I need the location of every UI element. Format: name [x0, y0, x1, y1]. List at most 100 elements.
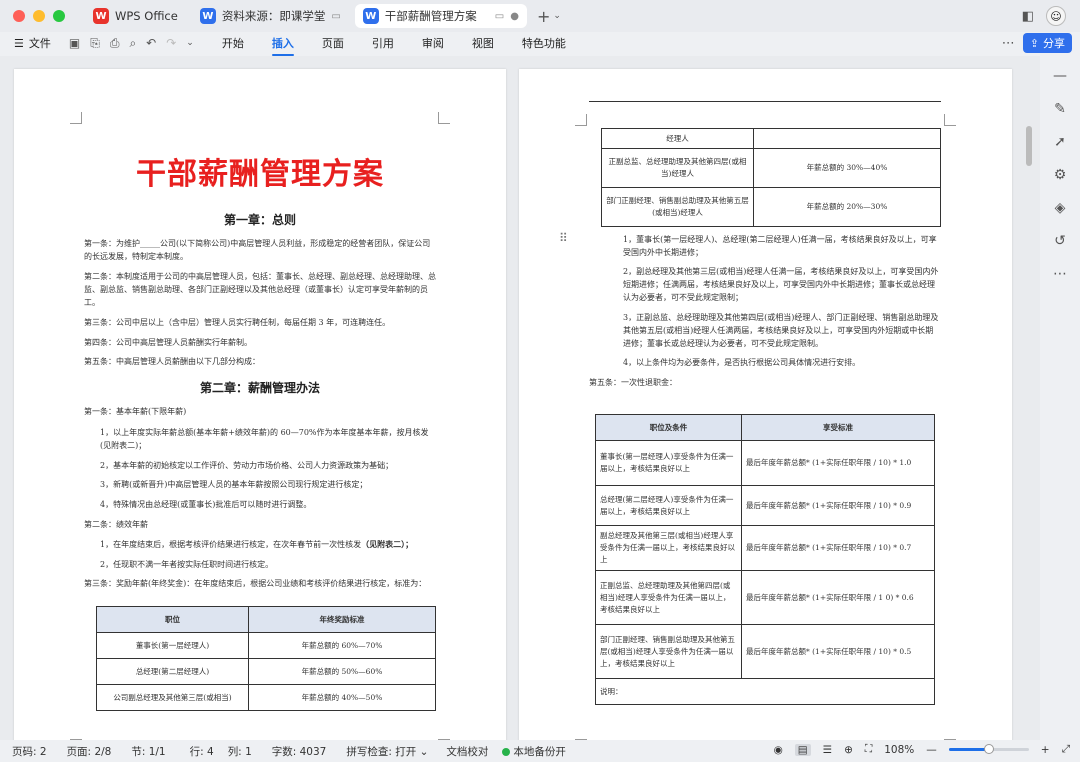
paragraph: 4，以上条件均为必要条件，是否执行根据公司具体情况进行安排。 — [623, 358, 861, 367]
web-view-icon[interactable]: ⊕ — [844, 744, 853, 756]
wps-logo-icon: W — [93, 8, 109, 24]
table-row: 部门正副经理、销售副总助理及其他第五层(或相当)经理人 年薪总额的 20%—30… — [601, 187, 941, 227]
shapes-icon[interactable]: ◈ — [1055, 200, 1066, 216]
table-cell: 最后年度年薪总额* (1+实际任职年限 / 10) * 1.0 — [741, 440, 935, 486]
document-area[interactable]: 干部薪酬管理方案 第一章：总则 第一条：为维护_____公司(以下简称公司)中高… — [0, 56, 1040, 740]
chapter-heading: 第一章：总则 — [223, 213, 296, 227]
status-page[interactable]: 页面: 2/8 — [67, 744, 112, 759]
close-window-button[interactable] — [13, 10, 25, 22]
page-view-icon[interactable]: ▤ — [794, 743, 811, 756]
doc-icon: W — [362, 8, 379, 24]
severance-table: 职位及条件 享受标准 董事长(第一层经理人)享受条件为任满一届以上，考核结果良好… — [595, 414, 935, 705]
zoom-level[interactable]: 108% — [884, 744, 914, 756]
undo-icon[interactable]: ↶ — [146, 36, 156, 50]
preview-icon[interactable]: ⌕ — [129, 36, 136, 51]
fit-page-icon[interactable]: ⛶ — [865, 743, 872, 756]
table-cell: 最后年度年薪总额* (1+实际任职年限 / 10) * 0.5 — [741, 624, 935, 679]
paragraph-text: 1，在年度结束后，根据考核评价结果进行核定，在次年春节前一次性核发 — [100, 540, 362, 549]
tab-home[interactable]: 开始 — [208, 35, 258, 51]
table-cell: 部门正副经理、销售副总助理及其他第五层(或相当)经理人 — [601, 187, 754, 227]
tab-wps-office[interactable]: W WPS Office — [85, 4, 186, 28]
table-cell: 年薪总额的 40%—50% — [248, 684, 436, 711]
table-cell: 最后年度年薪总额* (1+实际任职年限 / 10) * 0.9 — [741, 485, 935, 526]
page-corner-mark — [438, 112, 450, 124]
minus-icon[interactable]: — — [1053, 68, 1067, 84]
status-col: 列: 1 — [227, 745, 252, 758]
paragraph: 第二条：本制度适用于公司的中高层管理人员，包括：董事长、总经理、副总经理、总经理… — [84, 272, 436, 307]
tab-source[interactable]: W 资料来源：即课学堂 ▭ — [192, 4, 349, 28]
zoom-out-icon[interactable]: — — [926, 744, 937, 756]
window-controls — [13, 10, 65, 22]
backup-button[interactable]: 本地备份开 — [502, 744, 566, 759]
eye-icon[interactable]: ◉ — [774, 744, 783, 756]
chevron-down-icon[interactable]: ⌄ — [186, 38, 194, 48]
page-2[interactable]: 经理人 正副总监、总经理助理及其他第四层(或相当)经理人 年薪总额的 30%—4… — [519, 69, 1012, 740]
scrollbar[interactable] — [1026, 126, 1032, 166]
table-row: 总经理(第二层经理人) 年薪总额的 50%—60% — [96, 658, 436, 685]
table-header: 职位及条件 — [595, 414, 742, 441]
paragraph: 第五条：中高层管理人员薪酬由以下几部分构成： — [84, 357, 260, 366]
table-row: 说明： — [595, 678, 935, 705]
chevron-down-icon: ⌄ — [419, 745, 429, 758]
spell-check-label: 拼写检查: 打开 — [346, 745, 417, 758]
settings-sliders-icon[interactable]: ⚙ — [1054, 167, 1067, 183]
tab-page[interactable]: 页面 — [308, 35, 358, 51]
redo-icon[interactable]: ↷ — [166, 36, 176, 50]
page-corner-mark — [70, 112, 82, 124]
zoom-slider[interactable] — [948, 744, 1029, 754]
select-cursor-icon[interactable]: ➚ — [1054, 134, 1066, 150]
new-tab-button[interactable]: + ⌄ — [537, 7, 561, 26]
zoom-slider-fill — [948, 748, 989, 751]
table-row: 总经理(第二层经理人)享受条件为任满一届以上，考核结果良好以上 最后年度年薪总额… — [595, 485, 935, 526]
proofread-button[interactable]: 文档校对 — [446, 744, 488, 759]
more-icon[interactable]: ⋯ — [1053, 266, 1067, 282]
table-cell: 最后年度年薪总额* (1+实际任职年限 / 10) * 0.7 — [741, 525, 935, 571]
menu-icon: ☰ — [14, 36, 24, 50]
table-header: 享受标准 — [741, 414, 935, 441]
bonus-table-continued: 经理人 正副总监、总经理助理及其他第四层(或相当)经理人 年薪总额的 30%—4… — [601, 128, 941, 227]
chevron-down-icon: ⌄ — [553, 11, 561, 21]
window-icon: ▭ — [494, 10, 505, 22]
minimize-window-button[interactable] — [33, 10, 45, 22]
paragraph: 第一条：为维护_____公司(以下简称公司)中高层管理人员利益，形成稳定的经营者… — [84, 239, 431, 261]
table-header: 职位 — [96, 606, 249, 633]
table-row: 副总经理及其他第三层(或相当)经理人享受条件为任满一届以上，考核结果良好以上 最… — [595, 525, 935, 571]
tab-salary-plan[interactable]: W 干部薪酬管理方案 ▭ ● — [354, 4, 527, 28]
print-icon[interactable]: ⎙ — [110, 36, 120, 51]
tab-insert[interactable]: 插入 — [258, 35, 308, 56]
zoom-in-icon[interactable]: + — [1041, 744, 1050, 756]
save-icon[interactable]: ▣ — [69, 36, 80, 50]
share-button[interactable]: ⇪ 分享 — [1022, 33, 1072, 53]
pen-icon[interactable]: ✎ — [1054, 101, 1066, 117]
bold-note: （见附表二）； — [361, 539, 414, 549]
tab-reference[interactable]: 引用 — [358, 35, 408, 51]
tab-features[interactable]: 特色功能 — [508, 35, 580, 51]
tab-review[interactable]: 审阅 — [408, 35, 458, 51]
table-row: 正副总监、总经理助理及其他第四层(或相当)经理人享受条件为任满一届以上，考核结果… — [595, 570, 935, 625]
paragraph: 第二条：绩效年薪 — [84, 520, 148, 529]
paragraph: 第三条：公司中层以上（含中层）管理人员实行聘任制，每届任期 3 年，可连聘连任。 — [84, 318, 391, 327]
spell-check-toggle[interactable]: 拼写检查: 打开 ⌄ — [346, 744, 428, 759]
status-row: 行: 4 — [189, 745, 214, 758]
table-cell: 部门正副经理、销售副总助理及其他第五层(或相当)经理人享受条件为任满一届以上，考… — [595, 624, 742, 679]
export-icon[interactable]: ⎘ — [90, 36, 100, 51]
history-icon[interactable]: ↺ — [1054, 233, 1066, 249]
page-1[interactable]: 干部薪酬管理方案 第一章：总则 第一条：为维护_____公司(以下简称公司)中高… — [14, 69, 506, 740]
more-icon[interactable]: ⋯ — [1002, 36, 1015, 51]
tab-view[interactable]: 视图 — [458, 35, 508, 51]
outline-view-icon[interactable]: ☰ — [823, 744, 832, 756]
file-menu-button[interactable]: ☰ 文件 — [14, 35, 51, 51]
table-row: 董事长(第一层经理人) 年薪总额的 60%—70% — [96, 632, 436, 659]
avatar[interactable]: ☺ — [1046, 6, 1066, 26]
sidebar-toggle-icon[interactable]: ◧ — [1022, 9, 1034, 24]
table-cell: 最后年度年薪总额* (1+实际任职年限 / 1 0) * 0.6 — [741, 570, 935, 625]
maximize-window-button[interactable] — [53, 10, 65, 22]
right-sidebar: — ✎ ➚ ⚙ ◈ ↺ ⋯ — [1040, 56, 1080, 740]
table-cell: 年薪总额的 50%—60% — [248, 658, 436, 685]
paragraph: 第五条：一次性退职金： — [589, 378, 677, 387]
table-cell: 年薪总额的 60%—70% — [248, 632, 436, 659]
expand-icon[interactable]: ⤢ — [1062, 743, 1070, 756]
drag-handle-icon[interactable]: ⠿ — [559, 231, 568, 245]
zoom-slider-handle[interactable] — [983, 744, 994, 754]
status-words[interactable]: 字数: 4037 — [272, 744, 327, 759]
